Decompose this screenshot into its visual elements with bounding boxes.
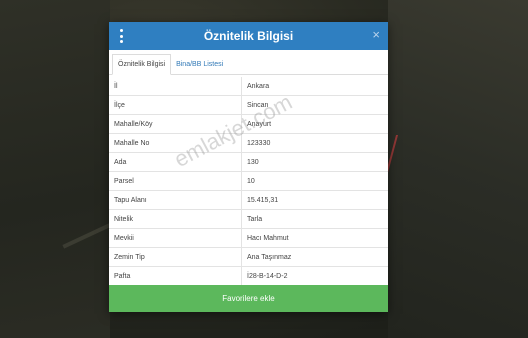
table-row: Mahalle/Köy Anayurt bbox=[109, 114, 388, 134]
map-background-right bbox=[388, 0, 528, 338]
row-key: Ada bbox=[109, 152, 242, 172]
row-value: Tarla bbox=[241, 209, 388, 229]
row-value: Anayurt bbox=[241, 114, 388, 134]
modal-title: Öznitelik Bilgisi bbox=[203, 29, 294, 43]
table-row: İlçe Sincan bbox=[109, 95, 388, 115]
tab-building-list[interactable]: Bina/BB Listesi bbox=[171, 55, 228, 74]
table-row: Pafta İ28-B-14-D-2 bbox=[109, 266, 388, 285]
row-value: Sincan bbox=[241, 95, 388, 115]
row-value: Ankara bbox=[247, 82, 270, 90]
row-value: 15.415,31 bbox=[241, 190, 388, 210]
table-row: İl Ankara bbox=[109, 77, 388, 96]
table-row: Parsel 10 bbox=[109, 171, 388, 191]
row-key: İlçe bbox=[109, 95, 242, 115]
row-key: Mahalle No bbox=[109, 133, 242, 153]
row-key: Mevkii bbox=[109, 228, 242, 248]
table-row: Nitelik Tarla bbox=[109, 209, 388, 229]
attribute-table: İl Ankara İlçe Sincan Mahalle/Köy Anayurt Maha… bbox=[109, 77, 388, 285]
tab-attribute-info[interactable]: Öznitelik Bilgisi bbox=[112, 54, 172, 75]
table-row: Mevkii Hacı Mahmut bbox=[109, 228, 388, 248]
row-value: Hacı Mahmut bbox=[241, 228, 388, 248]
row-key: İl bbox=[109, 77, 242, 96]
attribute-info-modal: Öznitelik Bilgisi × Öznitelik Bilgisi Bi… bbox=[109, 22, 388, 312]
kebab-menu-icon[interactable] bbox=[118, 29, 124, 43]
row-key: Pafta bbox=[109, 266, 242, 285]
row-key: Parsel bbox=[109, 171, 242, 191]
row-value: 10 bbox=[241, 171, 388, 191]
row-key: Mahalle/Köy bbox=[109, 114, 242, 134]
table-row: Ada 130 bbox=[109, 152, 388, 172]
row-value: 123330 bbox=[241, 133, 388, 153]
row-key: Zemin Tip bbox=[109, 247, 242, 267]
table-row: Tapu Alanı 15.415,31 bbox=[109, 190, 388, 210]
modal-tabs: Öznitelik Bilgisi Bina/BB Listesi bbox=[109, 50, 388, 75]
row-key: Tapu Alanı bbox=[109, 190, 242, 210]
modal-header: Öznitelik Bilgisi × bbox=[109, 22, 388, 50]
row-value: İ28-B-14-D-2 bbox=[241, 266, 388, 285]
table-row: Mahalle No 123330 bbox=[109, 133, 388, 153]
map-background-left bbox=[0, 0, 110, 338]
close-icon[interactable]: × bbox=[372, 28, 380, 42]
row-value: 130 bbox=[241, 152, 388, 172]
add-to-favorites-button[interactable]: Favorilere ekle bbox=[109, 285, 388, 312]
table-row: Zemin Tip Ana Taşınmaz bbox=[109, 247, 388, 267]
row-key: Nitelik bbox=[109, 209, 242, 229]
row-value: Ana Taşınmaz bbox=[241, 247, 388, 267]
